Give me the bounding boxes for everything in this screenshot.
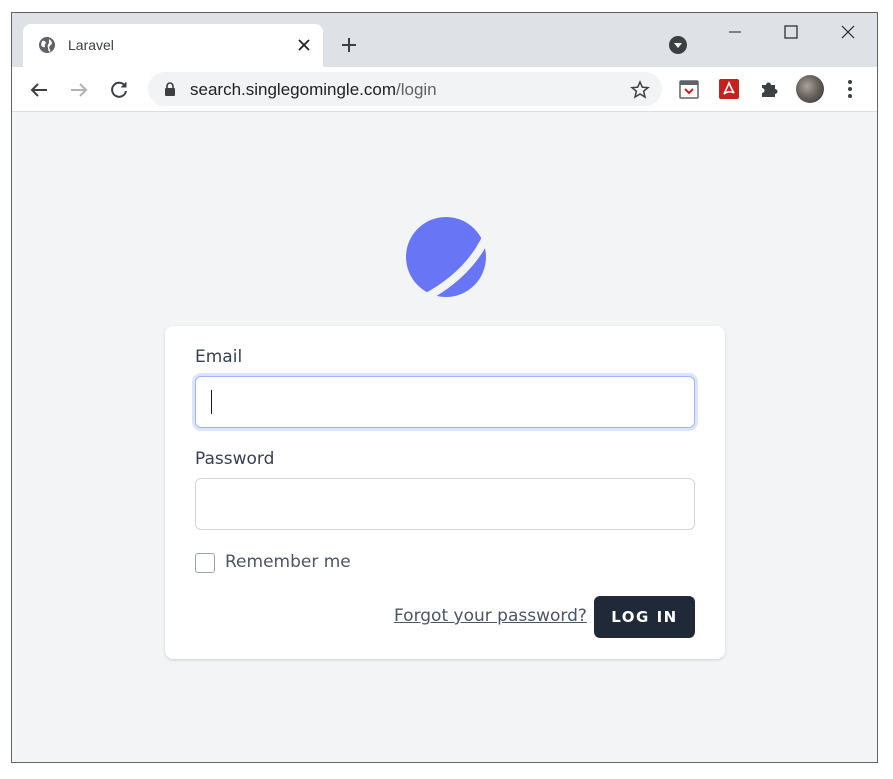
email-label: Email <box>195 347 243 367</box>
close-icon[interactable] <box>295 36 313 54</box>
calendar-extension-icon[interactable] <box>678 78 700 100</box>
plus-icon[interactable] <box>339 35 359 55</box>
tab-strip: Laravel <box>12 13 877 67</box>
arrow-right-icon[interactable] <box>68 79 90 101</box>
arrow-left-icon[interactable] <box>28 79 50 101</box>
globe-icon <box>39 37 55 53</box>
login-button[interactable]: Log in <box>594 596 695 638</box>
login-card: Email Password Remember me Forgot your p… <box>165 326 725 659</box>
text-caret <box>211 390 212 414</box>
remember-checkbox[interactable] <box>195 553 215 573</box>
url-text[interactable]: search.singlegomingle.com/login <box>190 80 437 100</box>
lock-icon[interactable] <box>163 82 177 96</box>
pdf-extension-icon[interactable] <box>718 78 740 100</box>
browser-toolbar: search.singlegomingle.com/login <box>12 67 877 112</box>
avatar[interactable] <box>796 75 824 103</box>
maximize-icon[interactable] <box>779 23 803 43</box>
email-field[interactable] <box>195 376 695 428</box>
puzzle-icon[interactable] <box>758 78 780 100</box>
kebab-icon[interactable] <box>840 78 860 100</box>
tab-laravel[interactable]: Laravel <box>23 24 323 67</box>
minimize-icon[interactable] <box>723 23 747 43</box>
chevron-down-icon[interactable] <box>668 35 688 55</box>
app-logo[interactable] <box>405 216 487 298</box>
remember-label[interactable]: Remember me <box>225 552 351 572</box>
tab-title: Laravel <box>68 37 114 53</box>
url-path: /login <box>396 80 437 99</box>
reload-icon[interactable] <box>108 79 130 101</box>
browser-window: Laravel search.singlegomingle.com/login … <box>11 12 878 763</box>
password-field[interactable] <box>195 478 695 530</box>
forgot-password-link[interactable]: Forgot your password? <box>394 606 587 626</box>
password-label: Password <box>195 449 275 469</box>
url-host: search.singlegomingle.com <box>190 80 396 99</box>
star-icon[interactable] <box>630 80 650 100</box>
address-bar[interactable]: search.singlegomingle.com/login <box>148 72 662 106</box>
close-icon[interactable] <box>836 23 860 43</box>
